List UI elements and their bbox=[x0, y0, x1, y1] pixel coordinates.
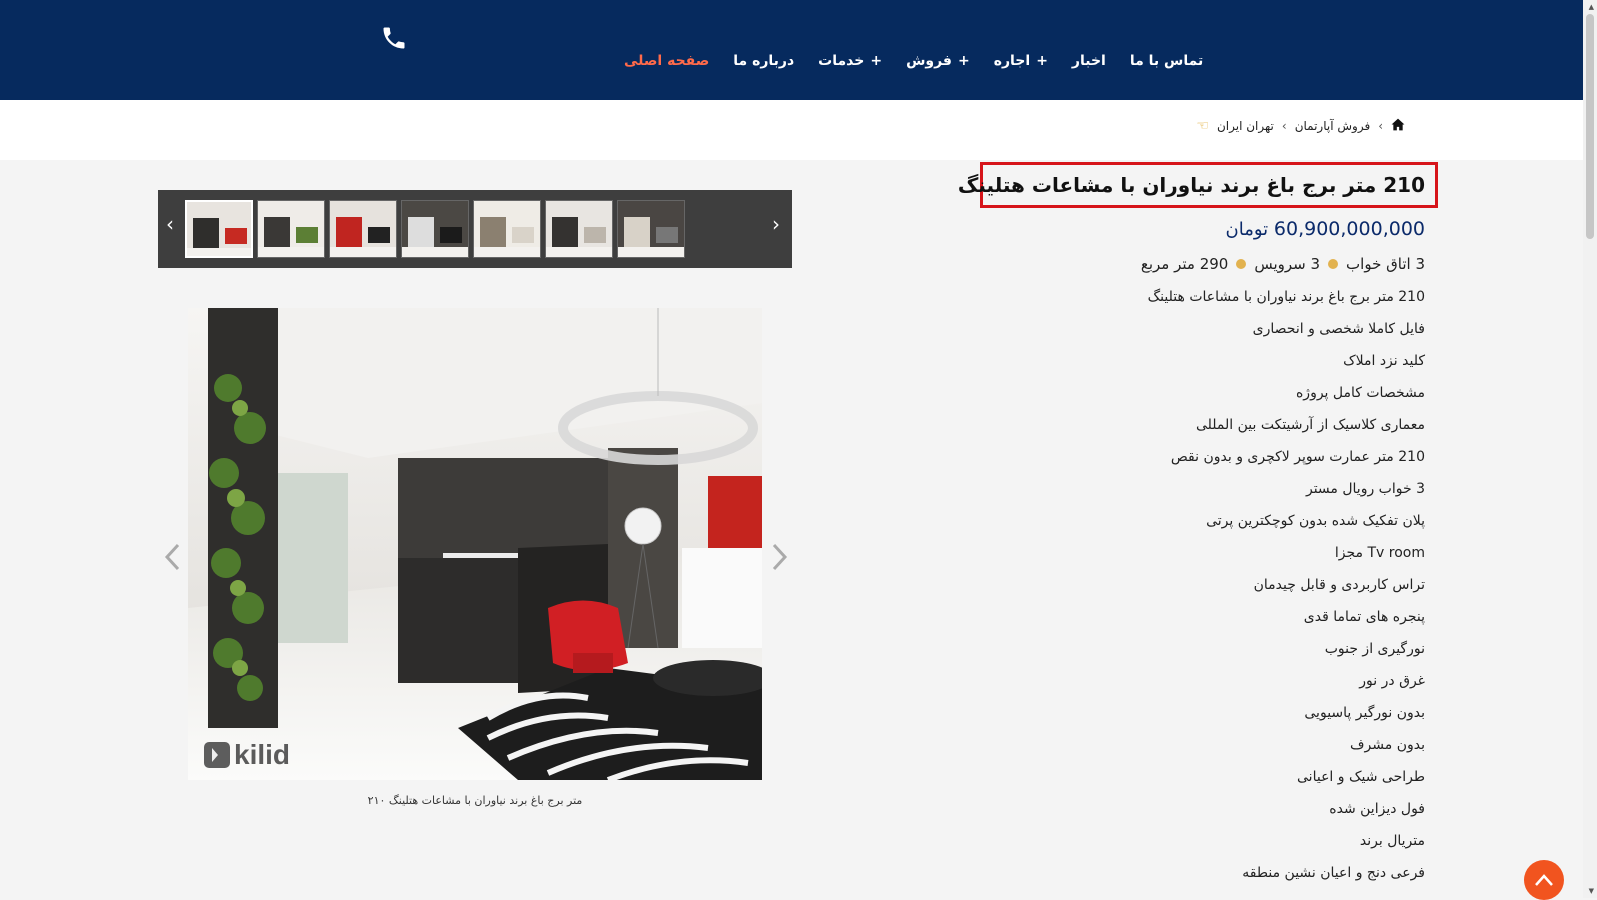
nav-item-label: تماس با ما bbox=[1129, 53, 1204, 69]
gallery-thumbnail[interactable] bbox=[257, 200, 325, 258]
back-to-top-button[interactable] bbox=[1524, 860, 1564, 900]
nav-item-label: خدمات bbox=[818, 53, 865, 69]
nav-item-0[interactable]: صفحه اصلی bbox=[624, 53, 709, 69]
gallery-thumbnail[interactable] bbox=[545, 200, 613, 258]
nav-item-5[interactable]: اخبار bbox=[1072, 53, 1106, 69]
nav-item-6[interactable]: تماس با ما bbox=[1130, 53, 1203, 69]
breadcrumb-item-tehran[interactable]: تهران ایران bbox=[1217, 119, 1274, 133]
home-icon[interactable] bbox=[1391, 118, 1405, 134]
nav-item-2[interactable]: + خدمات bbox=[818, 53, 882, 69]
spec-area: 290 متر مربع bbox=[1140, 255, 1229, 273]
feature-item: 3 خواب رویال مستر bbox=[1305, 481, 1425, 497]
breadcrumb-bar: › فروش آپارتمان › تهران ایران ☜ bbox=[0, 100, 1583, 160]
listing-price: 60,900,000,000 تومان bbox=[1226, 218, 1425, 240]
listing-specs: 3 اتاق خواب 3 سرویس 290 متر مربع bbox=[1141, 255, 1425, 273]
feature-item: معماری کلاسیک از آرشیتکت بین المللی bbox=[1195, 417, 1425, 433]
breadcrumb-separator: › bbox=[1378, 119, 1383, 133]
feature-item: فایل کاملا شخصی و انحصاری bbox=[1252, 321, 1425, 337]
nav-item-label: فروش bbox=[906, 53, 952, 69]
nav-item-label: اجاره bbox=[993, 53, 1031, 69]
page-scrollbar[interactable]: ▲ ▼ bbox=[1583, 0, 1597, 898]
feature-item: کلید نزد املاک bbox=[1343, 353, 1425, 369]
thumbs-next-arrow[interactable]: › bbox=[772, 212, 780, 236]
breadcrumb-item-apartment-sale[interactable]: فروش آپارتمان bbox=[1295, 119, 1371, 133]
feature-item: فرعی دنج و اعیان نشین منطقه bbox=[1242, 865, 1425, 881]
gallery-prev-arrow[interactable] bbox=[162, 542, 184, 572]
nav-item-label: صفحه اصلی bbox=[624, 53, 710, 69]
feature-item: Tv room مجزا bbox=[1334, 545, 1425, 561]
breadcrumb: › فروش آپارتمان › تهران ایران ☜ bbox=[1196, 118, 1405, 134]
site-header: صفحه اصلی درباره ما + خدمات + فروش + اجاره اخبار… bbox=[0, 0, 1583, 100]
feature-item: غرق در نور bbox=[1359, 673, 1425, 689]
feature-item: 210 متر برج باغ برند نیاوران با مشاعات ه… bbox=[1147, 289, 1425, 305]
thumbnail-list bbox=[185, 200, 685, 258]
phone-icon[interactable] bbox=[380, 24, 408, 52]
svg-text:kilid: kilid bbox=[234, 739, 290, 770]
gallery-next-arrow[interactable] bbox=[768, 542, 790, 572]
feature-item: نورگیری از جنوب bbox=[1324, 641, 1425, 657]
scroll-down-arrow[interactable]: ▼ bbox=[1589, 887, 1594, 895]
breadcrumb-separator: › bbox=[1281, 119, 1287, 133]
feature-item: متریال برند bbox=[1359, 833, 1425, 849]
feature-item: تراس کاربردی و قابل چیدمان bbox=[1253, 577, 1425, 593]
hand-pointing-icon: ☜ bbox=[1196, 118, 1209, 134]
gallery-thumbnail[interactable] bbox=[401, 200, 469, 258]
nav-item-3[interactable]: + فروش bbox=[906, 53, 970, 69]
gallery-thumbnail[interactable] bbox=[185, 200, 253, 258]
nav-expand-plus[interactable]: + bbox=[1036, 53, 1048, 69]
feature-item: 210 متر عمارت سوپر لاکچری و بدون نقص bbox=[1170, 449, 1425, 465]
nav-expand-plus[interactable]: + bbox=[958, 53, 970, 69]
thumbnail-strip: ‹ › bbox=[158, 190, 792, 268]
price-unit: تومان bbox=[1225, 219, 1269, 240]
scrollbar-thumb[interactable] bbox=[1586, 14, 1594, 239]
kilid-watermark: kilid bbox=[204, 739, 290, 770]
spec-bedrooms: 3 اتاق خواب bbox=[1346, 255, 1425, 273]
photo-caption: متر برج باغ برند نیاوران با مشاعات هتلین… bbox=[367, 794, 583, 807]
feature-item: پنجره های تماما قدی bbox=[1303, 609, 1425, 625]
feature-item: بدون نورگیر پاسیویی bbox=[1304, 705, 1425, 721]
price-value: 60,900,000,000 bbox=[1273, 218, 1425, 240]
feature-item: مشخصات کامل پروژه bbox=[1295, 385, 1425, 401]
nav-expand-plus[interactable]: + bbox=[870, 53, 882, 69]
nav-item-1[interactable]: درباره ما bbox=[733, 53, 794, 69]
scroll-up-arrow[interactable]: ▲ bbox=[1589, 3, 1594, 11]
listing-title-box: 210 متر برج باغ برند نیاوران با مشاعات ه… bbox=[958, 162, 1438, 208]
main-photo[interactable]: kilid bbox=[188, 308, 762, 780]
spec-bathrooms: 3 سرویس bbox=[1254, 255, 1321, 273]
chevron-up-icon bbox=[1535, 874, 1553, 886]
main-nav: صفحه اصلی درباره ما + خدمات + فروش + اجاره اخبار… bbox=[600, 50, 1203, 72]
feature-list: 210 متر برج باغ برند نیاوران با مشاعات ه… bbox=[1148, 287, 1425, 895]
listing-title: 210 متر برج باغ برند نیاوران با مشاعات ه… bbox=[957, 173, 1425, 197]
nav-item-label: اخبار bbox=[1071, 53, 1106, 69]
gallery-thumbnail[interactable] bbox=[617, 200, 685, 258]
feature-item: بدون مشرف bbox=[1350, 737, 1425, 753]
thumbs-prev-arrow[interactable]: ‹ bbox=[166, 212, 174, 236]
nav-item-4[interactable]: + اجاره bbox=[994, 53, 1048, 69]
feature-item: فول دیزاین شده bbox=[1329, 801, 1425, 817]
feature-item: پلان تفکیک شده بدون کوچکترین پرتی bbox=[1206, 513, 1425, 529]
feature-item: طراحی شیک و اعیانی bbox=[1297, 769, 1425, 785]
gallery-thumbnail[interactable] bbox=[473, 200, 541, 258]
spec-dot bbox=[1328, 259, 1339, 269]
spec-dot bbox=[1236, 259, 1247, 269]
gallery-thumbnail[interactable] bbox=[329, 200, 397, 258]
nav-item-label: درباره ما bbox=[733, 53, 795, 69]
